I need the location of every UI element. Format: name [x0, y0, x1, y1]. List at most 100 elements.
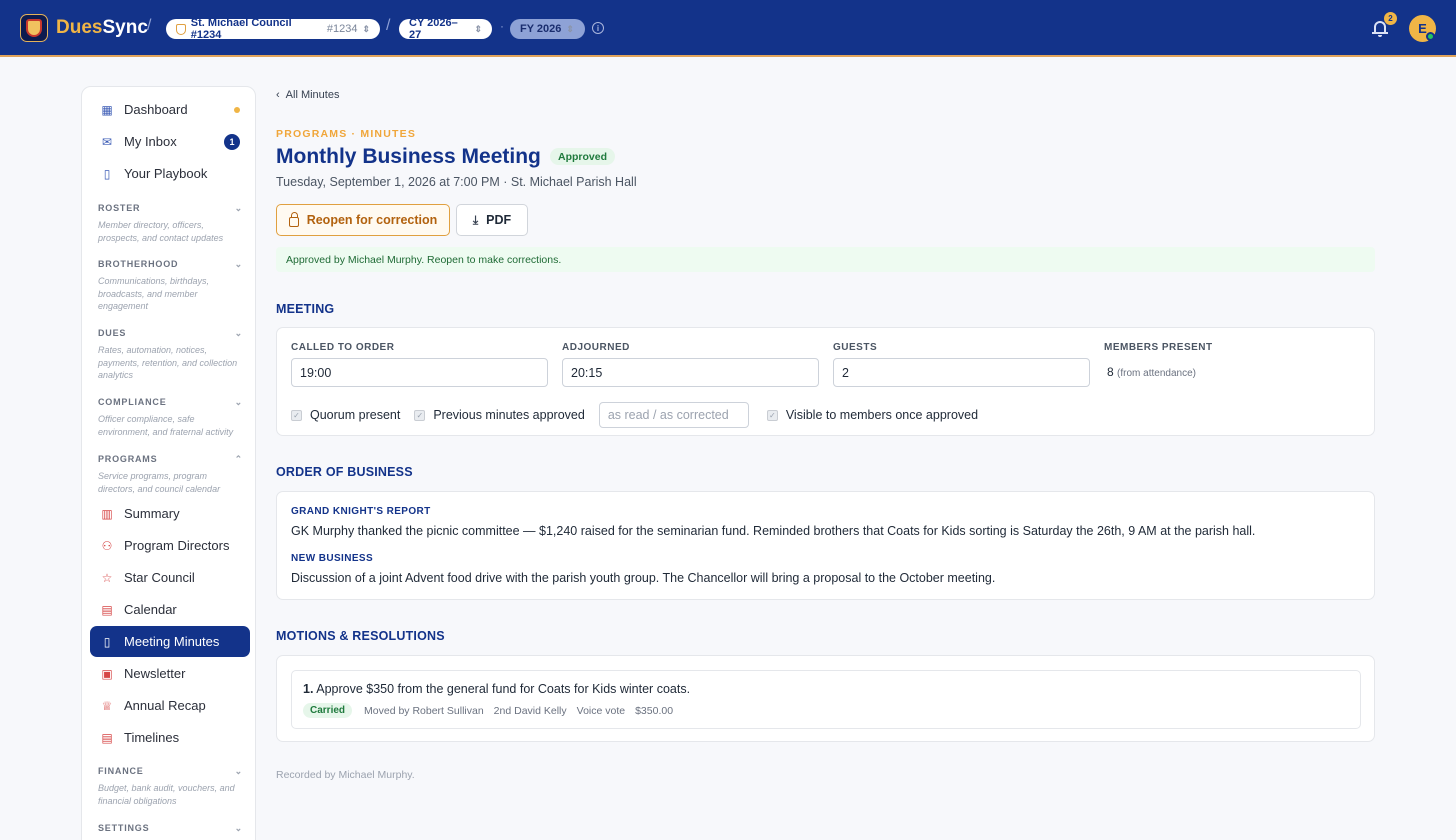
- brand-part-sync: Sync: [102, 17, 148, 38]
- called-to-order-input[interactable]: 19:00: [291, 358, 548, 387]
- guests-label: GUESTS: [833, 342, 878, 353]
- sidebar-item-label: Star Council: [124, 570, 195, 585]
- info-icon[interactable]: i: [592, 22, 604, 34]
- council-selector[interactable]: St. Michael Council #1234 #1234 ⇕: [166, 17, 380, 41]
- sidebar-item-label: Program Directors: [124, 538, 230, 553]
- motions-heading: MOTIONS & RESOLUTIONS: [276, 629, 445, 643]
- called-to-order-label: CALLED TO ORDER: [291, 342, 395, 353]
- motion-item[interactable]: 1. Approve $350 from the general fund fo…: [291, 670, 1361, 729]
- back-link-label: All Minutes: [285, 89, 340, 101]
- approval-notice: Approved by Michael Murphy. Reopen to ma…: [276, 247, 1375, 272]
- book-icon: ▯: [103, 634, 111, 649]
- inbox-count-badge: 1: [224, 133, 240, 150]
- sidebar: ▦ Dashboard ✉ My Inbox 1 ▯ Your Playbook…: [81, 86, 256, 840]
- sidebar-item-timelines[interactable]: ▤ Timelines: [90, 722, 250, 753]
- new-business-title: NEW BUSINESS: [291, 553, 374, 564]
- sidebar-item-label: Meeting Minutes: [124, 634, 220, 649]
- star-icon: ☆: [101, 570, 113, 585]
- sidebar-item-label: Summary: [124, 506, 180, 521]
- motion-meta: Carried Moved by Robert Sullivan 2nd Dav…: [303, 703, 673, 718]
- adjourned-label: ADJOURNED: [562, 342, 630, 353]
- section-programs[interactable]: PROGRAMS ⌃ Service programs, program dire…: [98, 454, 243, 495]
- motion-result-badge: Carried: [303, 703, 353, 718]
- calendar-year-label: CY 2026–27: [409, 17, 458, 41]
- chevron-left-icon: ‹: [276, 89, 280, 101]
- visible-label: Visible to members once approved: [785, 408, 979, 422]
- chevron-down-icon: ⌄: [234, 203, 243, 213]
- previous-minutes-input[interactable]: as read / as corrected: [598, 402, 749, 428]
- fiscal-year-selector[interactable]: FY 2026 ⇕: [510, 19, 585, 39]
- members-count: 8: [1107, 365, 1114, 379]
- sidebar-item-label: Calendar: [124, 602, 177, 617]
- chevron-updown-icon: ⇕: [566, 23, 574, 34]
- section-settings[interactable]: SETTINGS ⌄: [98, 823, 243, 834]
- section-compliance[interactable]: COMPLIANCE ⌄ Officer compliance, safe env…: [98, 397, 243, 438]
- sidebar-item-playbook[interactable]: ▯ Your Playbook: [90, 158, 250, 189]
- book-icon: ▯: [103, 166, 111, 181]
- section-brotherhood[interactable]: BROTHERHOOD ⌄ Communications, birthdays, …: [98, 259, 243, 313]
- sidebar-item-label: Newsletter: [124, 666, 186, 681]
- section-dues[interactable]: DUES ⌄ Rates, automation, notices, paymen…: [98, 328, 243, 382]
- motion-description: Approve $350 from the general fund for C…: [316, 682, 691, 696]
- people-icon: ⚇: [101, 538, 113, 553]
- sidebar-item-inbox[interactable]: ✉ My Inbox 1: [90, 126, 250, 157]
- adjourned-input[interactable]: 20:15: [562, 358, 819, 387]
- bar-chart-icon: ▥: [101, 506, 113, 521]
- reopen-button[interactable]: Reopen for correction: [276, 204, 450, 236]
- sidebar-item-calendar[interactable]: ▤ Calendar: [90, 594, 250, 625]
- breadcrumb-separator: /: [147, 17, 152, 34]
- meeting-options-row: ✓ Quorum present ✓ Previous minutes appr…: [291, 402, 978, 428]
- fiscal-year-label: FY 2026: [520, 23, 562, 35]
- members-present-value: 8 (from attendance): [1107, 365, 1196, 379]
- inbox-icon: ✉: [101, 134, 113, 149]
- download-icon: ⤓: [472, 212, 479, 227]
- motion-number: 1.: [303, 682, 314, 696]
- sidebar-item-newsletter[interactable]: ▣ Newsletter: [90, 658, 250, 689]
- motion-vote-type: Voice vote: [576, 704, 626, 717]
- section-description: Rates, automation, notices, payments, re…: [98, 345, 238, 380]
- pdf-button[interactable]: ⤓ PDF: [456, 204, 528, 236]
- section-title: DUES: [98, 328, 127, 338]
- sidebar-item-annual-recap[interactable]: ♕ Annual Recap: [90, 690, 250, 721]
- chevron-down-icon: ⌄: [234, 397, 243, 407]
- motion-seconded-by: 2nd David Kelly: [493, 704, 567, 717]
- sidebar-item-meeting-minutes[interactable]: ▯ Meeting Minutes: [90, 626, 250, 657]
- chevron-down-icon: ⌄: [234, 766, 243, 776]
- breadcrumb-separator: /: [386, 17, 391, 34]
- sidebar-item-program-directors[interactable]: ⚇ Program Directors: [90, 530, 250, 561]
- section-finance[interactable]: FINANCE ⌄ Budget, bank audit, vouchers, a…: [98, 766, 243, 807]
- quorum-label: Quorum present: [310, 408, 401, 422]
- grid-icon: ▦: [101, 102, 113, 117]
- members-note: (from attendance): [1117, 368, 1196, 379]
- order-of-business-card: GRAND KNIGHT'S REPORT GK Murphy thanked …: [276, 491, 1375, 600]
- status-dot: [234, 106, 240, 113]
- status-badge: Approved: [550, 148, 616, 165]
- sidebar-item-dashboard[interactable]: ▦ Dashboard: [90, 94, 250, 125]
- guests-input[interactable]: 2: [833, 358, 1090, 387]
- visible-checkbox[interactable]: ✓: [766, 409, 778, 421]
- page-eyebrow: PROGRAMS · MINUTES: [276, 128, 417, 140]
- unlock-icon: [288, 211, 299, 227]
- section-roster[interactable]: ROSTER ⌄ Member directory, officers, pros…: [98, 203, 243, 244]
- logo-icon[interactable]: [20, 14, 48, 42]
- quorum-checkbox[interactable]: ✓: [291, 409, 302, 421]
- section-description: Communications, birthdays, broadcasts, a…: [98, 276, 210, 311]
- chevron-down-icon: ⌄: [234, 259, 243, 269]
- council-name: St. Michael Council #1234: [190, 17, 292, 41]
- section-title: FINANCE: [98, 766, 144, 776]
- online-status-dot: [1426, 32, 1435, 41]
- back-link[interactable]: ‹ All Minutes: [276, 89, 339, 101]
- calendar-year-selector[interactable]: CY 2026–27 ⇕: [399, 17, 492, 41]
- sidebar-item-label: Dashboard: [124, 102, 188, 117]
- sidebar-item-star-council[interactable]: ☆ Star Council: [90, 562, 250, 593]
- council-number: #1234: [326, 23, 358, 35]
- sidebar-item-summary[interactable]: ▥ Summary: [90, 498, 250, 529]
- report-text: GK Murphy thanked the picnic committee —…: [291, 524, 1256, 538]
- previous-minutes-checkbox[interactable]: ✓: [414, 409, 426, 421]
- chevron-updown-icon: ⇕: [362, 23, 370, 34]
- brand-name[interactable]: DuesSync: [56, 17, 148, 39]
- meeting-card: CALLED TO ORDER 19:00 ADJOURNED 20:15 GU…: [276, 327, 1375, 436]
- notification-count-badge: 2: [1384, 12, 1397, 25]
- reopen-button-label: Reopen for correction: [306, 213, 438, 227]
- section-title: SETTINGS: [98, 823, 150, 833]
